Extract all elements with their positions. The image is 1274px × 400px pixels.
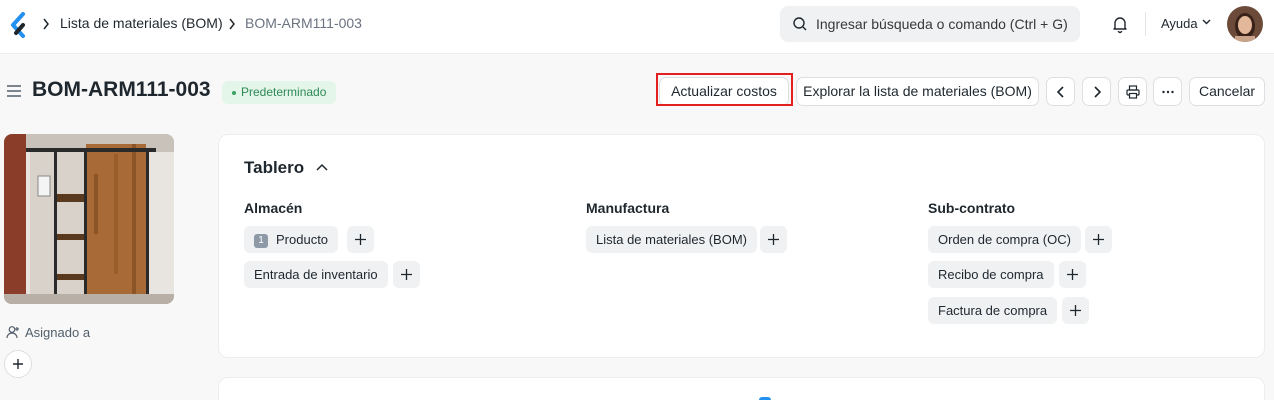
page-title: BOM-ARM111-003 [32, 78, 211, 101]
link-label: Producto [276, 232, 329, 247]
item-image[interactable] [4, 134, 174, 304]
plus-icon [401, 269, 412, 280]
print-button[interactable] [1118, 77, 1147, 106]
chevron-right-icon [1094, 86, 1102, 98]
add-assignee-button[interactable] [4, 350, 32, 378]
add-factura-compra-button[interactable] [1062, 297, 1089, 324]
column-title-manufactura: Manufactura [586, 200, 670, 216]
avatar[interactable] [1227, 6, 1263, 42]
sidebar-toggle-icon[interactable] [6, 84, 22, 98]
notification-bell-icon[interactable] [1110, 14, 1130, 34]
next-doc-button[interactable] [1082, 77, 1111, 106]
status-dot-icon [232, 90, 236, 95]
chevron-right-icon [42, 17, 50, 33]
next-section-card [218, 377, 1265, 400]
printer-icon [1126, 85, 1140, 99]
status-badge: Predeterminado [222, 81, 337, 104]
add-entrada-inventario-button[interactable] [393, 261, 420, 288]
status-badge-label: Predeterminado [241, 85, 327, 99]
plus-icon [13, 359, 23, 369]
navbar-divider [1145, 12, 1146, 36]
breadcrumb-item-bom-list[interactable]: Lista de materiales (BOM) [60, 15, 223, 31]
plus-icon [1067, 269, 1078, 280]
help-menu[interactable]: Ayuda [1161, 16, 1198, 31]
user-plus-icon [6, 326, 19, 339]
plus-icon [768, 234, 779, 245]
link-factura-compra[interactable]: Factura de compra [928, 297, 1058, 324]
column-title-sub-contrato: Sub-contrato [928, 200, 1016, 216]
chevron-up-icon[interactable] [316, 163, 328, 171]
search-icon [793, 17, 807, 31]
link-lista-materiales[interactable]: Lista de materiales (BOM) [586, 226, 757, 253]
add-lista-materiales-button[interactable] [760, 226, 787, 253]
dashboard-title: Tablero [244, 158, 305, 177]
column-title-almacen: Almacén [244, 200, 303, 216]
assigned-to-label: Asignado a [25, 325, 91, 340]
link-entrada-inventario[interactable]: Entrada de inventario [244, 261, 388, 288]
add-orden-compra-button[interactable] [1085, 226, 1112, 253]
link-producto[interactable]: 1 Producto [244, 226, 339, 253]
cancel-button[interactable]: Cancelar [1189, 77, 1265, 106]
link-orden-compra[interactable]: Orden de compra (OC) [928, 226, 1081, 253]
breadcrumb-item-current[interactable]: BOM-ARM111-003 [245, 15, 362, 31]
more-dots-icon [1162, 90, 1174, 94]
plus-icon [1070, 305, 1081, 316]
link-recibo-compra[interactable]: Recibo de compra [928, 261, 1054, 288]
plus-icon [1093, 234, 1104, 245]
add-producto-button[interactable] [347, 226, 374, 253]
search-bar[interactable]: Ingresar búsqueda o comando (Ctrl + G) [780, 6, 1080, 42]
highlight-box [656, 73, 793, 106]
search-placeholder: Ingresar búsqueda o comando (Ctrl + G) [816, 16, 1068, 32]
chevron-right-icon [228, 17, 236, 33]
plus-icon [355, 234, 366, 245]
app-logo-icon[interactable] [10, 12, 26, 38]
more-actions-button[interactable] [1153, 77, 1182, 106]
chevron-left-icon [1056, 86, 1064, 98]
navbar: Lista de materiales (BOM) BOM-ARM111-003… [0, 0, 1274, 54]
link-count-badge: 1 [254, 234, 268, 248]
explore-bom-button[interactable]: Explorar la lista de materiales (BOM) [796, 77, 1039, 106]
previous-doc-button[interactable] [1046, 77, 1075, 106]
chevron-down-icon[interactable] [1202, 19, 1211, 25]
add-recibo-compra-button[interactable] [1059, 261, 1086, 288]
